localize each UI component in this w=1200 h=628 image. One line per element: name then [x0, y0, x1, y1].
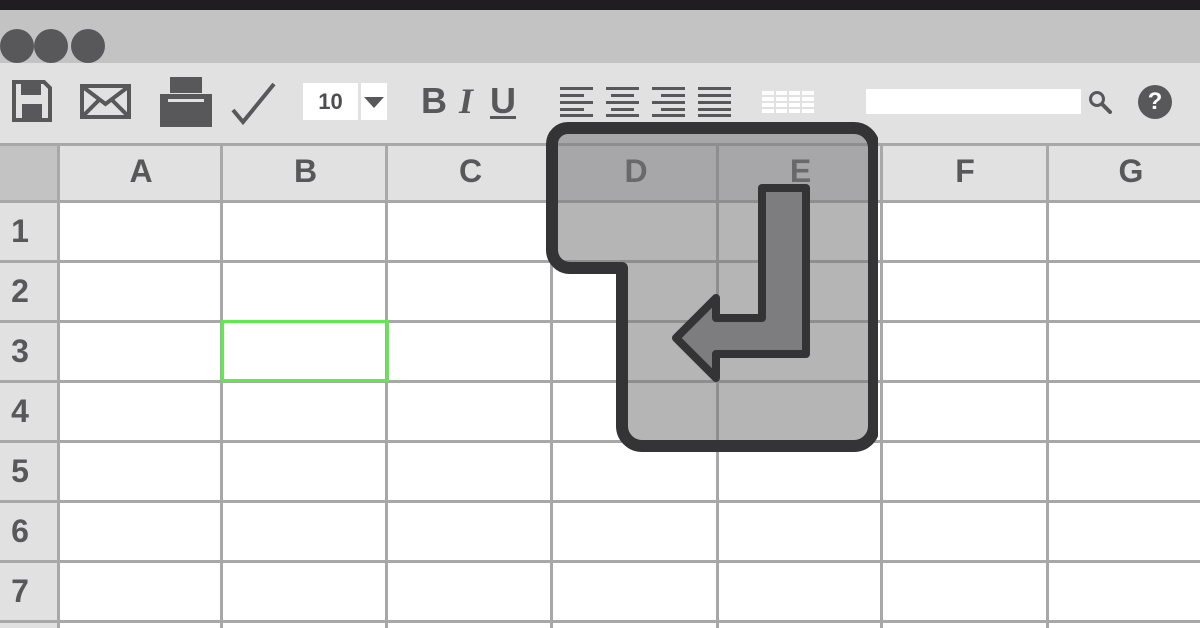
grid-line	[220, 143, 223, 628]
search-icon	[1089, 91, 1112, 114]
column-header-c[interactable]: C	[388, 143, 553, 200]
table-button[interactable]	[762, 89, 814, 115]
window-maximize-dot[interactable]	[71, 29, 105, 63]
save-button[interactable]	[12, 80, 52, 122]
align-left-icon	[560, 87, 593, 117]
selected-cell-b3[interactable]	[221, 320, 389, 382]
window-top-edge	[0, 0, 1200, 10]
font-size-value: 10	[318, 89, 343, 114]
italic-button[interactable]: I	[454, 79, 478, 123]
grid-line	[1046, 143, 1049, 628]
row-header-6[interactable]: 6	[0, 500, 40, 562]
row-header-2[interactable]: 2	[0, 260, 40, 322]
enter-key-icon	[546, 122, 880, 457]
bold-button[interactable]: B	[420, 79, 448, 123]
align-center-button[interactable]	[606, 87, 640, 117]
table-icon	[762, 89, 814, 115]
grid-line	[57, 143, 60, 628]
column-header-a[interactable]: A	[60, 143, 222, 200]
font-size-select[interactable]: 10	[303, 83, 387, 120]
chevron-down-icon[interactable]	[361, 83, 387, 120]
grid-line	[0, 620, 1200, 623]
floppy-disk-icon	[12, 80, 52, 122]
grid-line	[0, 560, 1200, 563]
align-left-button[interactable]	[560, 87, 594, 117]
column-header-g[interactable]: G	[1048, 143, 1200, 200]
window-minimize-dot[interactable]	[34, 29, 68, 63]
grid-line	[880, 143, 883, 628]
row-header-7[interactable]: 7	[0, 560, 40, 622]
print-button[interactable]	[160, 77, 212, 127]
column-header-f[interactable]: F	[882, 143, 1048, 200]
grid-line	[0, 500, 1200, 503]
title-bar	[0, 10, 1200, 63]
row-header-1[interactable]: 1	[0, 200, 40, 262]
underline-button[interactable]: U	[488, 79, 518, 123]
help-button[interactable]: ?	[1138, 85, 1172, 119]
row-header-5[interactable]: 5	[0, 440, 40, 502]
search-input[interactable]	[866, 89, 1081, 114]
align-right-button[interactable]	[652, 87, 686, 117]
row-header-3[interactable]: 3	[0, 320, 40, 382]
search-button[interactable]	[1088, 90, 1112, 114]
window-close-dot[interactable]	[0, 29, 34, 63]
envelope-icon	[80, 84, 131, 119]
select-all-corner[interactable]	[0, 143, 60, 200]
grid-line	[385, 143, 388, 628]
row-header-4[interactable]: 4	[0, 380, 40, 442]
checkmark-icon	[231, 82, 276, 126]
justify-button[interactable]	[698, 87, 732, 117]
spellcheck-button[interactable]	[230, 80, 276, 126]
column-header-b[interactable]: B	[223, 143, 388, 200]
mail-button[interactable]	[80, 84, 131, 119]
align-center-icon	[606, 87, 639, 117]
spreadsheet-window: 10 B I U ? A B C F G 1 2 3 4 5 6 7	[0, 0, 1200, 628]
printer-icon	[160, 77, 212, 127]
justify-icon	[698, 87, 731, 117]
align-right-icon	[652, 87, 685, 117]
